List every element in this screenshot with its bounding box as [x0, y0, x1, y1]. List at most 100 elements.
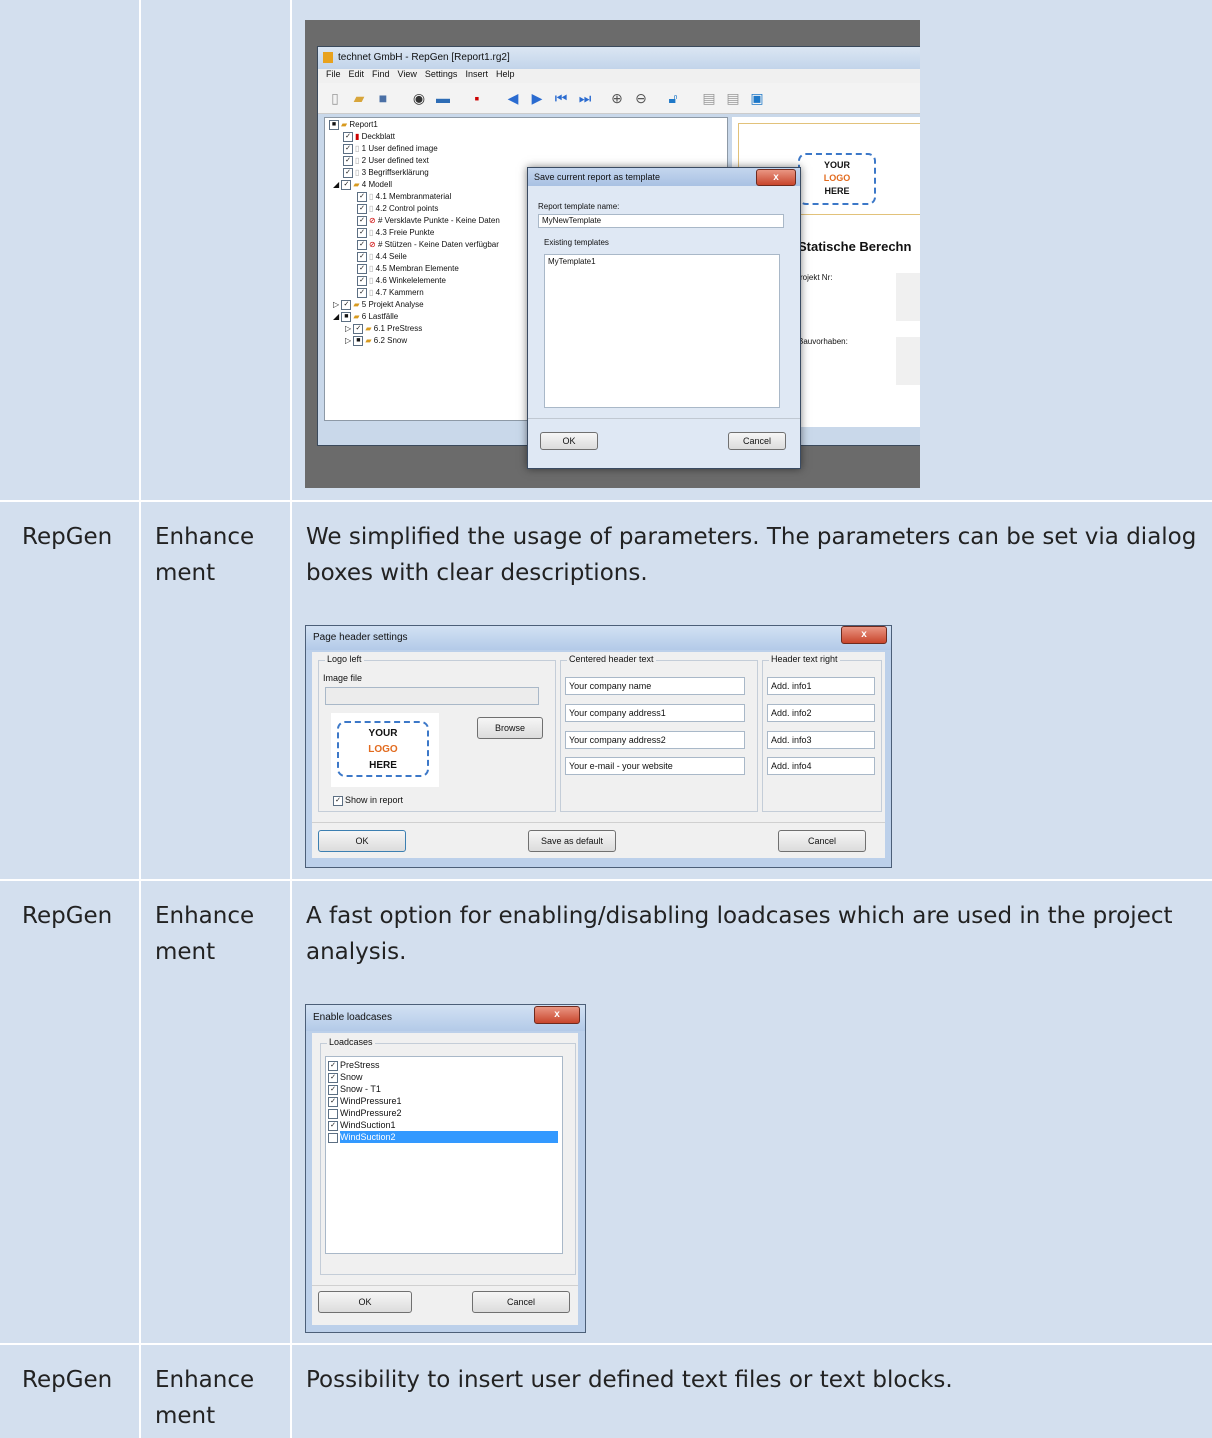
tree-node[interactable]: ✓ ▯ 4.5 Membran Elemente [357, 264, 459, 274]
zoom-in-icon[interactable]: ⊕ [608, 89, 626, 107]
show-in-report-checkbox[interactable]: ✓ Show in report [333, 795, 403, 806]
description-cell: A fast option for enabling/disabling loa… [306, 903, 1173, 965]
tree-node[interactable]: ✓ ▯ 4.3 Freie Punkte [357, 228, 434, 238]
open-icon[interactable]: ▰ [350, 89, 368, 107]
ok-button[interactable]: OK [318, 830, 406, 852]
close-icon[interactable]: x [756, 169, 796, 186]
print-icon[interactable]: ▬ [434, 89, 452, 107]
close-icon[interactable]: x [841, 626, 887, 644]
ok-button[interactable]: OK [540, 432, 598, 450]
tree-node[interactable]: ✓ ▮ Deckblatt [343, 132, 395, 142]
tree-node[interactable]: ◢ ✓ ▰ 4 Modell [333, 180, 392, 190]
browse-button[interactable]: Browse [477, 717, 543, 739]
header-right-field[interactable]: Add. info4 [767, 757, 875, 775]
header-text-field[interactable]: Your e-mail - your website [565, 757, 745, 775]
prev-icon[interactable]: ◀ [504, 89, 522, 107]
loadcase-item-selected[interactable]: WindSuction2 [328, 1131, 562, 1143]
loadcase-item[interactable]: ✓ Snow [328, 1071, 562, 1083]
header-right-field[interactable]: Add. info1 [767, 677, 875, 695]
description-cell: We simplified the usage of parameters. T… [306, 524, 1197, 586]
module-cell: RepGen [22, 903, 113, 929]
loadcase-item[interactable]: ✓ WindSuction1 [328, 1119, 562, 1131]
loadcase-item[interactable]: ✓ PreStress [328, 1059, 562, 1071]
document-icon[interactable]: ▤ [724, 89, 742, 107]
loadcase-label: WindPressure1 [340, 1096, 402, 1106]
header-right-field[interactable]: Add. info3 [767, 731, 875, 749]
tree-node[interactable]: ▷ ■ ▰ 6.2 Snow [345, 336, 407, 346]
first-icon[interactable]: ⏮ [552, 89, 570, 107]
tree-node[interactable]: ▷ ✓ ▰ 6.1 PreStress [345, 324, 422, 334]
menu-edit[interactable]: Edit [349, 69, 365, 79]
save-icon[interactable]: ■ [374, 89, 392, 107]
header-text-field[interactable]: Your company address2 [565, 731, 745, 749]
preview-field [896, 337, 920, 385]
next-icon[interactable]: ▶ [528, 89, 546, 107]
group-label: Centered header text [567, 654, 656, 664]
image-icon[interactable]: ▣ [748, 89, 766, 107]
menu-find[interactable]: Find [372, 69, 390, 79]
row-divider [0, 1343, 1212, 1345]
save-as-default-button[interactable]: Save as default [528, 830, 616, 852]
type-cell: Enhance ment [155, 903, 255, 965]
image-file-input[interactable] [325, 687, 539, 705]
tree-node[interactable]: ✓ ▯ 4.4 Seile [357, 252, 407, 262]
menu-insert[interactable]: Insert [465, 69, 488, 79]
logo-line: YOUR [823, 160, 850, 170]
close-icon[interactable]: x [534, 1006, 580, 1024]
tree-node[interactable]: ✓ ▯ 3 Begriffserklärung [343, 168, 429, 178]
existing-templates-label: Existing templates [544, 238, 609, 247]
logo-placeholder: YOUR LOGO HERE [337, 721, 429, 777]
last-icon[interactable]: ⏭ [576, 89, 594, 107]
type-cell: Enhance ment [155, 1367, 255, 1429]
menu-file[interactable]: File [326, 69, 341, 79]
cancel-button[interactable]: Cancel [778, 830, 866, 852]
logo-left-group: Logo left Image file YOUR LOGO HERE Brow… [318, 654, 556, 812]
loadcase-item[interactable]: ✓ WindPressure1 [328, 1095, 562, 1107]
tree-node[interactable]: ■ ▰ Report1 [329, 120, 378, 130]
tree-node[interactable]: ▷ ✓ ▰ 5 Projekt Analyse [333, 300, 424, 310]
module-cell: RepGen [22, 524, 113, 550]
row-divider [0, 879, 1212, 881]
loadcase-item[interactable]: WindPressure2 [328, 1107, 562, 1119]
new-icon[interactable]: ▯ [326, 89, 344, 107]
zoom-out-icon[interactable]: ⊖ [632, 89, 650, 107]
tree-node[interactable]: ✓ ▯ 4.2 Control points [357, 204, 438, 214]
tree-node[interactable]: ✓ ⊘ # Versklavte Punkte - Keine Daten [357, 216, 500, 226]
tree-node[interactable]: ✓ ⊘ # Stützen - Keine Daten verfügbar [357, 240, 499, 250]
dialog-divider [528, 418, 800, 419]
logo-placeholder: YOUR LOGO HERE [798, 153, 876, 205]
logo-line: HERE [369, 760, 397, 771]
unlock-icon[interactable]: 🔓︎ [664, 89, 682, 107]
screenshot-save-template: technet GmbH - RepGen [Report1.rg2] File… [305, 20, 920, 488]
tree-node[interactable]: ✓ ▯ 4.6 Winkelelemente [357, 276, 446, 286]
ok-button[interactable]: OK [318, 1291, 412, 1313]
menu-settings[interactable]: Settings [425, 69, 458, 79]
document-icon[interactable]: ▤ [700, 89, 718, 107]
header-text-field[interactable]: Your company name [565, 677, 745, 695]
loadcase-label: WindPressure2 [340, 1108, 402, 1118]
image-file-label: Image file [323, 673, 363, 683]
menu-help[interactable]: Help [496, 69, 515, 79]
row-divider [0, 500, 1212, 502]
dialog-body: Logo left Image file YOUR LOGO HERE Brow… [312, 652, 885, 858]
loadcase-label: PreStress [340, 1060, 380, 1070]
cancel-button[interactable]: Cancel [472, 1291, 570, 1313]
template-name-input[interactable]: MyNewTemplate [538, 214, 784, 228]
template-item[interactable]: MyTemplate1 [548, 257, 779, 266]
tree-node[interactable]: ◢ ■ ▰ 6 Lastfälle [333, 312, 398, 322]
tree-node[interactable]: ✓ ▯ 4.7 Kammern [357, 288, 424, 298]
loadcase-label: WindSuction2 [340, 1131, 558, 1143]
header-right-field[interactable]: Add. info2 [767, 704, 875, 722]
preview-field [896, 273, 920, 321]
header-text-field[interactable]: Your company address1 [565, 704, 745, 722]
group-label: Header text right [769, 654, 840, 664]
dialog-divider [312, 822, 885, 823]
preview-icon[interactable]: ◉ [410, 89, 428, 107]
cancel-button[interactable]: Cancel [728, 432, 786, 450]
tree-node[interactable]: ✓ ▯ 1 User defined image [343, 144, 438, 154]
pdf-icon[interactable]: ▪ [468, 89, 486, 107]
tree-node[interactable]: ✓ ▯ 2 User defined text [343, 156, 429, 166]
menu-view[interactable]: View [398, 69, 417, 79]
tree-node[interactable]: ✓ ▯ 4.1 Membranmaterial [357, 192, 451, 202]
loadcase-item[interactable]: ✓ Snow - T1 [328, 1083, 562, 1095]
